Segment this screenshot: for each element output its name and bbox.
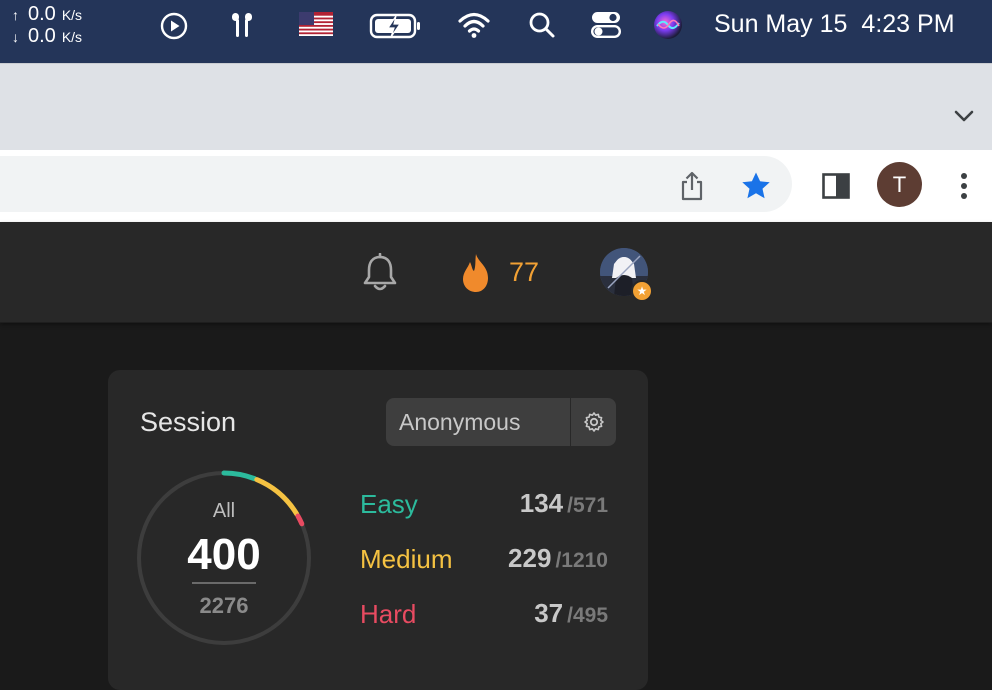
network-speed-monitor[interactable]: ↑ 0.0 K/s ↓ 0.0 K/s [12,4,102,50]
download-arrow-icon: ↓ [12,29,19,45]
medium-solved: 229 [508,543,552,573]
medium-total: /1210 [555,549,608,572]
streak-count[interactable]: 77 [509,254,539,290]
medium-label: Medium [360,544,453,574]
siri-icon[interactable] [652,9,684,41]
premium-star-icon: ★ [631,280,653,302]
share-icon[interactable] [674,168,710,204]
macos-menu-bar: ↑ 0.0 K/s ↓ 0.0 K/s Sun May 15 4:23 PM [0,0,992,63]
easy-total: /571 [567,494,608,517]
profile-avatar-button[interactable]: T [877,162,922,207]
easy-label: Easy [360,489,418,519]
ring-divider [192,582,256,584]
hard-solved: 37 [534,598,564,628]
medium-count: 229/1210 [508,542,608,577]
bell-icon[interactable] [359,252,401,294]
clock-date: Sun May 15 [714,10,848,38]
search-icon[interactable] [526,9,558,41]
chevron-down-icon[interactable] [946,100,982,132]
bookmark-star-icon[interactable] [738,168,774,204]
side-panel-icon[interactable] [818,168,854,204]
address-bar[interactable] [0,156,792,212]
ring-solved-count: 400 [187,530,261,579]
hard-total: /495 [567,604,608,627]
battery-charging-icon[interactable] [368,10,424,42]
easy-solved: 134 [519,488,564,518]
ring-total-questions: 2276 [199,593,249,618]
browser-tab-strip [0,63,992,151]
upload-arrow-icon: ↑ [12,7,19,23]
upload-speed: ↑ 0.0 K/s [12,3,83,25]
menu-bar-clock[interactable]: Sun May 15 4:23 PM [714,8,955,40]
browser-toolbar [0,150,992,222]
app-navbar [0,222,992,323]
hard-count: 37/495 [534,597,608,632]
control-center-icon[interactable] [588,9,624,41]
more-icon[interactable] [950,168,978,204]
us-flag-icon[interactable] [298,11,334,37]
play-icon[interactable] [158,10,190,42]
easy-progress-arc [221,470,258,482]
easy-count: 134/571 [520,487,608,522]
ring-label: All [212,500,236,522]
wifi-icon[interactable] [456,9,492,41]
clock-time: 4:23 PM [861,10,955,38]
fire-icon[interactable] [456,250,496,296]
session-settings-gear-icon[interactable] [571,398,616,446]
download-speed: ↓ 0.0 K/s [12,25,83,47]
airpods-icon[interactable] [226,10,258,42]
hard-label: Hard [360,599,417,629]
session-select[interactable]: Anonymous [386,398,570,446]
session-title: Session [140,407,237,437]
